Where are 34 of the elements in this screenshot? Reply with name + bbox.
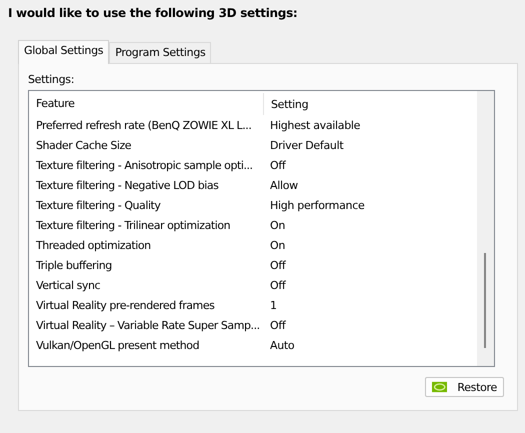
table-cell-text: Threaded optimization	[35, 238, 152, 252]
table-cell-text: Preferred refresh rate (BenQ ZOWIE XL L...	[35, 118, 252, 132]
tab[interactable]: Global Settings	[18, 40, 110, 64]
table-cell-text: Texture filtering - Quality	[35, 198, 162, 212]
table-cell-text: Driver Default	[269, 138, 344, 152]
tab[interactable]: Program Settings	[109, 42, 212, 63]
table-cell-text: Texture filtering - Trilinear optimization	[35, 218, 232, 232]
table-cell-text: Auto	[269, 338, 294, 352]
table-cell-text: Highest available	[269, 118, 360, 132]
table-cell-text: Vertical sync	[35, 278, 102, 292]
table-cell-text: Allow	[269, 178, 298, 192]
table-cell-text: Off	[269, 258, 286, 272]
table-cell-text: Texture filtering - Negative LOD bias	[35, 178, 220, 192]
table-cell-text: High performance	[269, 198, 364, 212]
column-header[interactable]: Setting	[264, 98, 308, 110]
table-cell-text: Vulkan/OpenGL present method	[35, 338, 200, 352]
table-cell-text: Off	[269, 318, 286, 332]
table-cell-text: Off	[269, 278, 286, 292]
table-cell-text: Triple buffering	[35, 258, 113, 272]
scrollbar[interactable]	[477, 91, 494, 366]
table-cell-text: Virtual Reality pre-rendered frames	[35, 298, 216, 312]
table-cell-text: Texture filtering - Anisotropic sample opti...	[35, 158, 254, 172]
restore-button[interactable]: Restore	[425, 377, 504, 397]
table-cell-text: On	[269, 238, 286, 252]
column-header[interactable]: Feature	[29, 93, 264, 115]
settings-label: Settings:	[28, 73, 76, 87]
scroll-thumb[interactable]	[484, 253, 486, 348]
logo-icon	[432, 381, 448, 393]
table-cell-text: Virtual Reality – Variable Rate Super Samp...	[35, 318, 261, 332]
table-cell-text: Shader Cache Size	[35, 138, 132, 152]
table-cell-text: 1	[269, 298, 277, 312]
table-cell-text: On	[269, 218, 286, 232]
section-heading: I would like to use the following 3D settings:	[7, 5, 298, 22]
table-cell-text: Off	[269, 158, 286, 172]
